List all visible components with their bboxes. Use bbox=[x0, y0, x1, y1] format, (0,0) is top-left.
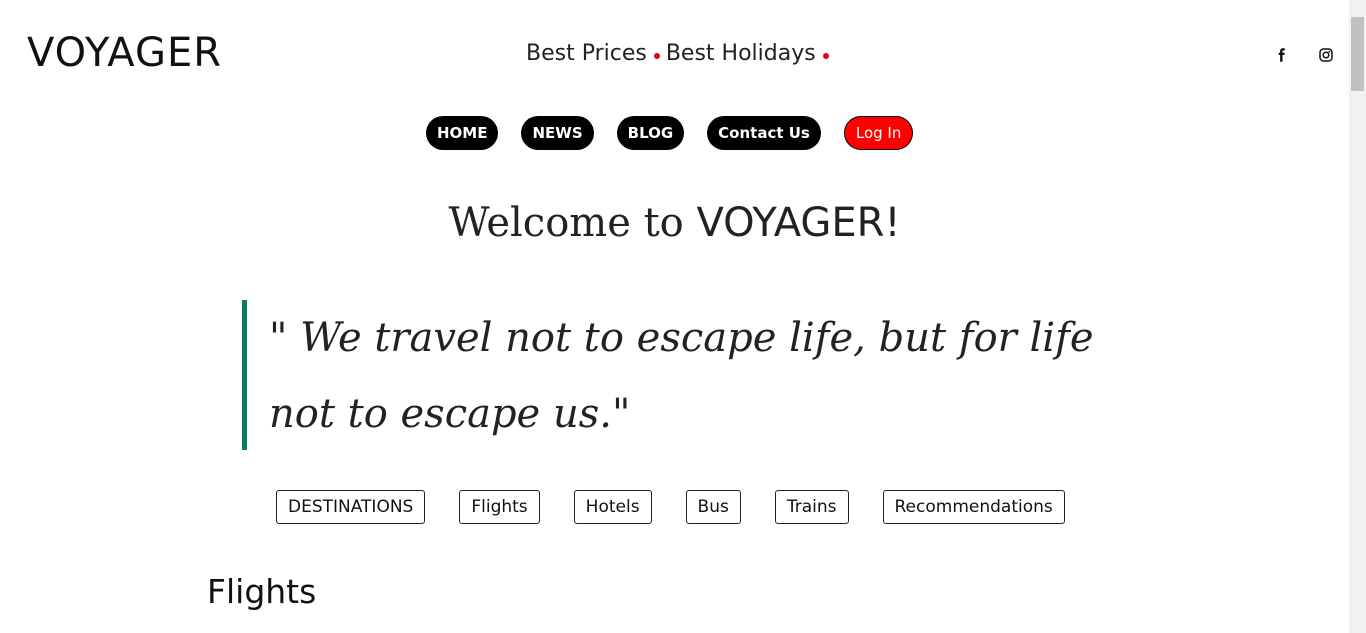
tagline: Best Prices Best Holidays bbox=[526, 41, 835, 66]
nav-contact-button[interactable]: Contact Us bbox=[707, 116, 821, 150]
tab-bus[interactable]: Bus bbox=[685, 490, 741, 524]
facebook-icon[interactable] bbox=[1273, 46, 1291, 64]
tagline-best-holidays: Best Holidays bbox=[665, 41, 816, 66]
instagram-icon[interactable] bbox=[1317, 46, 1335, 64]
tab-flights[interactable]: Flights bbox=[459, 490, 540, 524]
welcome-heading: Welcome to VOYAGER! bbox=[0, 200, 1349, 246]
welcome-brand: VOYAGER! bbox=[696, 200, 901, 246]
red-dot-icon bbox=[653, 53, 660, 59]
tab-hotels[interactable]: Hotels bbox=[573, 490, 652, 524]
vertical-scrollbar[interactable] bbox=[1349, 0, 1366, 633]
login-button[interactable]: Log In bbox=[843, 116, 914, 150]
nav-home-button[interactable]: HOME bbox=[426, 116, 499, 150]
scrollbar-thumb[interactable] bbox=[1351, 17, 1364, 91]
nav-news-button[interactable]: NEWS bbox=[521, 116, 594, 150]
tab-recommendations[interactable]: Recommendations bbox=[882, 490, 1065, 524]
section-title: Flights bbox=[207, 572, 317, 611]
tagline-best-prices: Best Prices bbox=[526, 41, 647, 66]
tab-trains[interactable]: Trains bbox=[774, 490, 849, 524]
nav-blog-button[interactable]: BLOG bbox=[616, 116, 685, 150]
travel-quote: " We travel not to escape life, but for … bbox=[242, 300, 1122, 450]
welcome-prefix: Welcome to bbox=[448, 200, 697, 246]
category-tabs: DESTINATIONS Flights Hotels Bus Trains R… bbox=[276, 490, 1065, 524]
red-dot-icon bbox=[822, 53, 829, 59]
tab-destinations[interactable]: DESTINATIONS bbox=[276, 490, 426, 524]
page: VOYAGER Best Prices Best Holidays HOME NE… bbox=[0, 0, 1366, 633]
site-logo[interactable]: VOYAGER bbox=[27, 30, 222, 76]
main-nav: HOME NEWS BLOG Contact Us Log In bbox=[426, 116, 914, 150]
